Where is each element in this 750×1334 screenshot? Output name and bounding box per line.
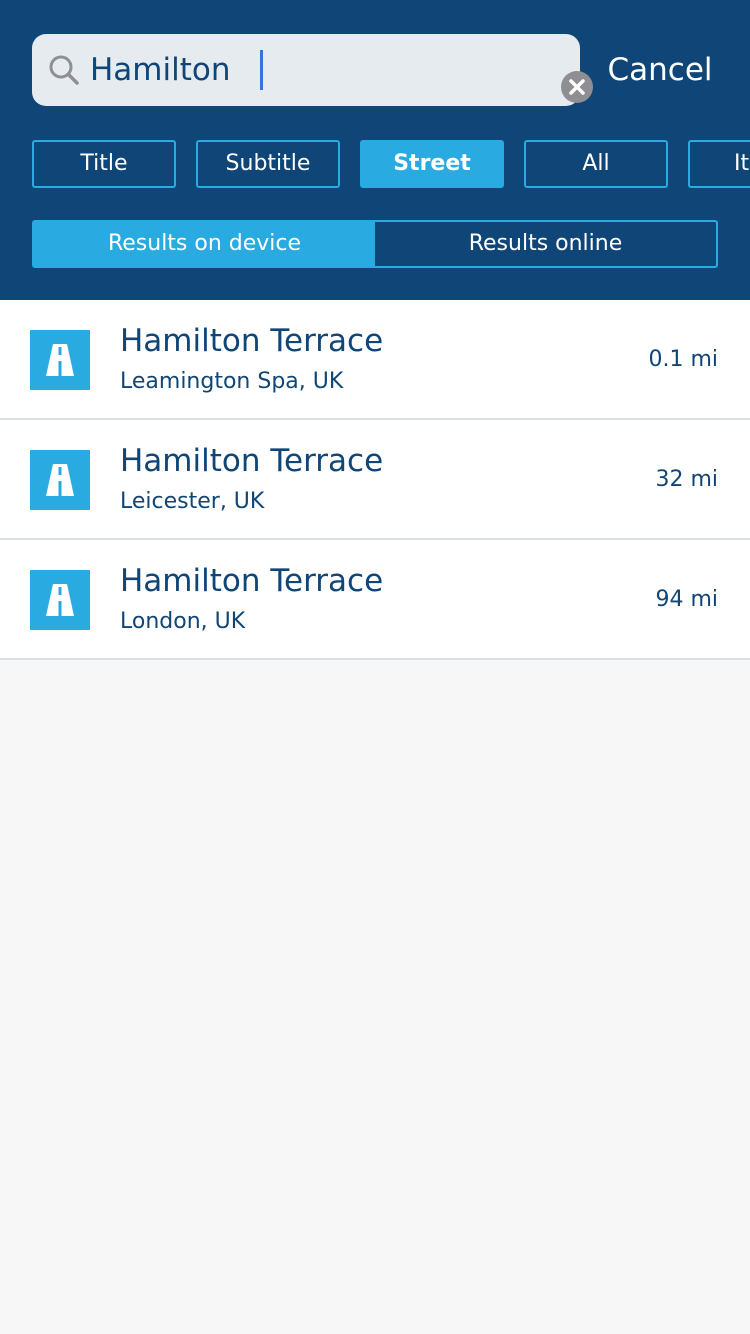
filter-more-button[interactable]: It bbox=[688, 140, 750, 188]
clear-icon[interactable] bbox=[560, 70, 594, 104]
filter-title-button[interactable]: Title bbox=[32, 140, 176, 188]
result-subtitle: London, UK bbox=[120, 609, 246, 634]
result-title: Hamilton Terrace bbox=[120, 443, 384, 479]
filter-subtitle-button[interactable]: Subtitle bbox=[196, 140, 340, 188]
road-icon bbox=[30, 330, 90, 390]
list-item[interactable]: Hamilton Terrace Leicester, UK 32 mi bbox=[0, 420, 750, 540]
road-icon bbox=[30, 450, 90, 510]
result-distance: 0.1 mi bbox=[648, 347, 718, 372]
result-subtitle: Leicester, UK bbox=[120, 489, 265, 514]
filter-all-button[interactable]: All bbox=[524, 140, 668, 188]
result-source-toggle: Results on device Results online bbox=[32, 220, 718, 268]
road-icon bbox=[30, 570, 90, 630]
results-online-tab[interactable]: Results online bbox=[375, 222, 716, 266]
cancel-button[interactable]: Cancel bbox=[600, 34, 720, 106]
filter-street-button[interactable]: Street bbox=[360, 140, 504, 188]
search-header: Cancel Title Subtitle Street All It Resu… bbox=[0, 0, 750, 300]
result-title: Hamilton Terrace bbox=[120, 563, 384, 599]
search-input[interactable] bbox=[90, 44, 510, 96]
list-item[interactable]: Hamilton Terrace London, UK 94 mi bbox=[0, 540, 750, 660]
list-item[interactable]: Hamilton Terrace Leamington Spa, UK 0.1 … bbox=[0, 300, 750, 420]
result-title: Hamilton Terrace bbox=[120, 323, 384, 359]
result-distance: 94 mi bbox=[655, 587, 718, 612]
text-caret bbox=[260, 50, 263, 90]
result-subtitle: Leamington Spa, UK bbox=[120, 369, 344, 394]
search-box[interactable] bbox=[32, 34, 593, 106]
results-on-device-tab[interactable]: Results on device bbox=[34, 222, 375, 266]
filter-row: Title Subtitle Street All It bbox=[32, 140, 750, 188]
search-icon bbox=[49, 55, 79, 85]
results-list: Hamilton Terrace Leamington Spa, UK 0.1 … bbox=[0, 300, 750, 660]
result-distance: 32 mi bbox=[655, 467, 718, 492]
